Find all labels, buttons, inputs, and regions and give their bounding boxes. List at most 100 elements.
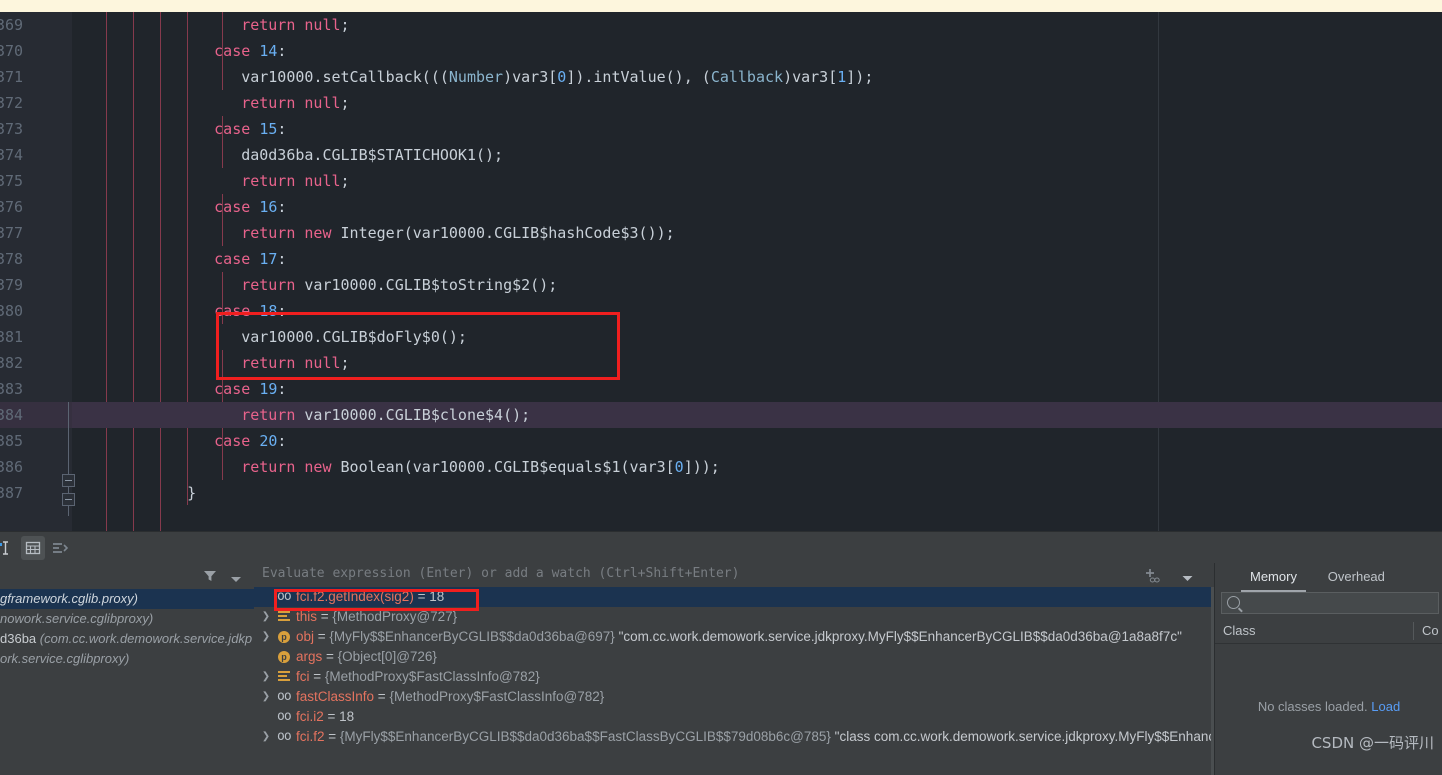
- code-token: 0: [674, 458, 684, 476]
- code-token: case: [214, 380, 251, 398]
- code-token: :: [277, 432, 287, 450]
- variable-row[interactable]: ❯ p obj = {MyFly$$EnhancerByCGLIB$$da0d36b…: [254, 627, 1214, 647]
- variable-row[interactable]: ❯ oo fastClassInfo = {MethodProxy$FastClas…: [254, 687, 1214, 707]
- variables-panel[interactable]: Evaluate expression (Enter) or add a wat…: [254, 563, 1214, 775]
- code-token: :: [277, 120, 287, 138]
- code-line[interactable]: return null;: [0, 90, 1442, 116]
- code-line[interactable]: case 14:: [0, 38, 1442, 64]
- evaluate-placeholder: Evaluate expression (Enter) or add a wat…: [262, 566, 740, 581]
- code-line[interactable]: case 20:: [0, 428, 1442, 454]
- code-token: Callback: [710, 68, 784, 86]
- variable-equals: =: [314, 629, 330, 644]
- code-line[interactable]: return var10000.CGLIB$toString$2();: [0, 272, 1442, 298]
- debugger-panel: gframework.cglib.proxy) nowork.service.cg…: [0, 563, 1442, 775]
- frame-row[interactable]: gframework.cglib.proxy): [0, 589, 254, 609]
- group-by-icon[interactable]: [48, 536, 72, 560]
- code-line[interactable]: return var10000.CGLIB$clone$4();: [0, 402, 1442, 428]
- variable-value: {MethodProxy@727}: [332, 609, 458, 624]
- chevron-down-icon[interactable]: [230, 571, 242, 589]
- code-line[interactable]: }: [0, 480, 1442, 506]
- parameter-icon: p: [277, 627, 292, 647]
- code-token: Integer(var10000.CGLIB$hashCode$3());: [331, 224, 675, 242]
- evaluate-expression-bar[interactable]: Evaluate expression (Enter) or add a wat…: [254, 563, 1214, 588]
- chevron-right-icon[interactable]: ❯: [260, 667, 272, 687]
- chevron-right-icon[interactable]: ❯: [260, 687, 272, 707]
- variable-row[interactable]: oo fci.i2 = 18: [254, 707, 1214, 727]
- variable-name: args: [296, 649, 323, 664]
- code-fold-rail: [62, 12, 75, 467]
- column-header-count[interactable]: Co: [1422, 619, 1439, 643]
- chevron-down-icon[interactable]: [1181, 570, 1194, 588]
- code-content[interactable]: return null; case 14: var10000.setCallback…: [0, 12, 1442, 531]
- table-view-icon[interactable]: [21, 536, 45, 560]
- code-line[interactable]: var10000.setCallback(((Number)var3[0]).i…: [0, 64, 1442, 90]
- code-token: new: [304, 458, 332, 476]
- variable-string: "com.cc.work.demowork.service.jdkproxy.M…: [614, 629, 1182, 644]
- code-token: )var3[: [783, 68, 838, 86]
- code-token: new: [304, 224, 332, 242]
- memory-load-link[interactable]: Load: [1371, 699, 1400, 714]
- variables-list[interactable]: oo fci.f2.getIndex(sig2) = 18 ❯ this = {Met…: [254, 587, 1214, 775]
- frame-row[interactable]: nowork.service.cglibproxy): [0, 609, 254, 629]
- code-line[interactable]: return null;: [0, 12, 1442, 38]
- code-token: }: [187, 484, 197, 502]
- code-token: var10000.CGLIB$clone$4();: [295, 406, 531, 424]
- code-line[interactable]: return new Boolean(var10000.CGLIB$equals…: [0, 454, 1442, 480]
- variable-equals: =: [322, 649, 338, 664]
- variable-row[interactable]: ❯ fci = {MethodProxy$FastClassInfo@782}: [254, 667, 1214, 687]
- variable-equals: =: [324, 729, 340, 744]
- search-icon: [1227, 596, 1240, 609]
- code-fold-marker[interactable]: [62, 467, 75, 519]
- variable-row[interactable]: p args = {Object[0]@726}: [254, 647, 1214, 667]
- add-watch-icon[interactable]: [1144, 567, 1162, 589]
- code-line[interactable]: return null;: [0, 168, 1442, 194]
- text-cursor-icon[interactable]: [0, 536, 18, 560]
- frames-panel[interactable]: gframework.cglib.proxy) nowork.service.cg…: [0, 563, 255, 775]
- memory-search-input[interactable]: [1221, 592, 1439, 614]
- tab-memory[interactable]: Memory: [1241, 563, 1306, 592]
- filter-icon[interactable]: [202, 568, 218, 589]
- variable-name: fci.f2: [296, 729, 325, 744]
- code-line[interactable]: return new Integer(var10000.CGLIB$hashCo…: [0, 220, 1442, 246]
- frame-row[interactable]: ork.service.cglibproxy): [0, 649, 254, 669]
- chevron-right-icon[interactable]: ❯: [260, 607, 272, 627]
- frames-toolbar[interactable]: [0, 563, 254, 590]
- code-token: ]);: [846, 68, 874, 86]
- code-token: case: [214, 198, 251, 216]
- code-editor[interactable]: 369 370 371 372 373 374 375 376 377 378 379 380 381 3…: [0, 12, 1442, 531]
- code-token: case: [214, 42, 251, 60]
- column-header-class[interactable]: Class: [1223, 619, 1256, 643]
- variable-value: {MyFly$$EnhancerByCGLIB$$da0d36ba@697}: [329, 629, 615, 644]
- code-line[interactable]: case 17:: [0, 246, 1442, 272]
- frame-package: (com.cc.work.demowork.service.jdkp: [36, 631, 253, 646]
- code-line[interactable]: da0d36ba.CGLIB$STATICHOOK1();: [0, 142, 1442, 168]
- chevron-right-icon[interactable]: ❯: [260, 627, 272, 647]
- code-token: var10000: [241, 68, 314, 86]
- code-token: 1: [837, 68, 847, 86]
- memory-empty-state: No classes loaded. Load: [1215, 699, 1442, 714]
- object-icon: [277, 667, 292, 687]
- chevron-right-icon[interactable]: ❯: [260, 727, 272, 747]
- frame-package: ork.service.cglibproxy): [0, 651, 130, 666]
- variable-equals: =: [317, 609, 333, 624]
- variable-row[interactable]: ❯ oo fci.f2 = {MyFly$$EnhancerByCGLIB$$da0…: [254, 727, 1214, 747]
- code-line[interactable]: case 16:: [0, 194, 1442, 220]
- watermark: CSDN @一码评川: [1311, 734, 1434, 752]
- code-token: null: [295, 16, 341, 34]
- code-token: return: [241, 276, 296, 294]
- code-token: return: [241, 16, 296, 34]
- top-strip: [0, 0, 1442, 12]
- code-token: :: [277, 42, 287, 60]
- code-token: return: [241, 406, 296, 424]
- code-token: return: [241, 172, 296, 190]
- code-line[interactable]: case 15:: [0, 116, 1442, 142]
- column-divider[interactable]: [1413, 622, 1414, 640]
- debugger-toolbar[interactable]: [0, 531, 1442, 564]
- variable-string: "class com.cc.work.demowork.service.jdkp…: [834, 729, 1214, 744]
- frame-row[interactable]: d36ba (com.cc.work.demowork.service.jdkp: [0, 629, 254, 649]
- frames-list[interactable]: gframework.cglib.proxy) nowork.service.cg…: [0, 589, 254, 775]
- tab-overhead[interactable]: Overhead: [1319, 563, 1394, 590]
- variable-value: {MethodProxy$FastClassInfo@782}: [389, 689, 605, 704]
- memory-tabs[interactable]: Memory Overhead: [1215, 563, 1442, 592]
